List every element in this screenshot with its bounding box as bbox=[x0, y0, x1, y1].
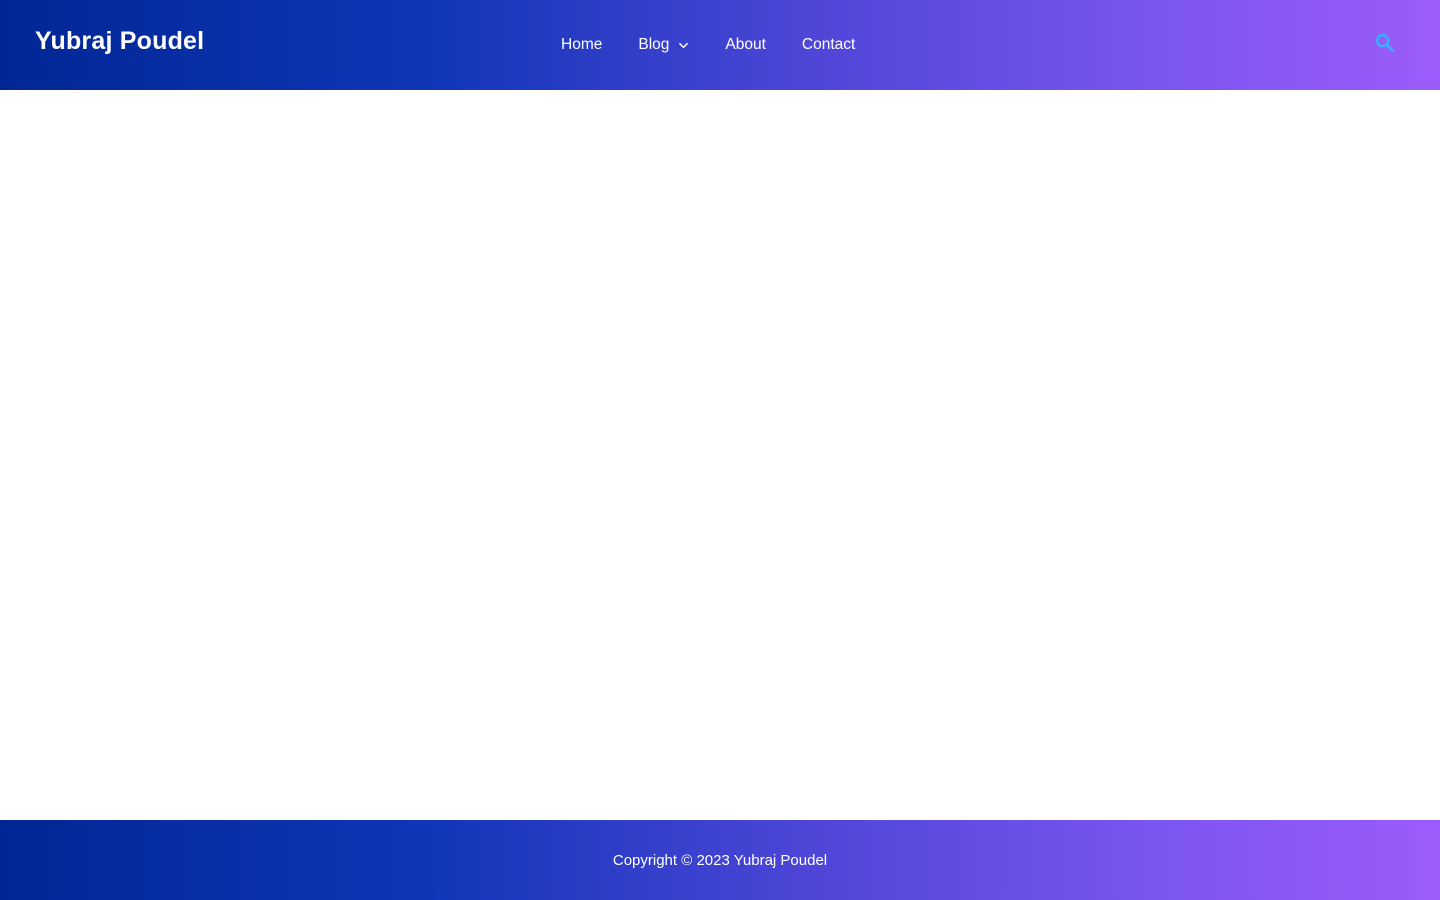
nav-item-contact[interactable]: Contact bbox=[784, 0, 873, 90]
site-title-link[interactable]: Yubraj Poudel bbox=[35, 27, 204, 56]
site-footer: Copyright © 2023 Yubraj Poudel bbox=[0, 820, 1440, 900]
search-icon[interactable] bbox=[1374, 32, 1396, 54]
site-header: Yubraj Poudel Home Blog About Contact bbox=[0, 0, 1440, 90]
copyright-text: Copyright © 2023 Yubraj Poudel bbox=[612, 851, 828, 869]
chevron-down-icon[interactable] bbox=[678, 40, 689, 51]
nav-item-about-label: About bbox=[725, 36, 766, 53]
nav-item-about[interactable]: About bbox=[707, 0, 784, 90]
main-content bbox=[0, 90, 1440, 820]
primary-nav: Home Blog About Contact bbox=[543, 0, 873, 90]
nav-item-contact-label: Contact bbox=[801, 36, 856, 53]
nav-item-blog[interactable]: Blog bbox=[620, 0, 707, 90]
nav-item-home-label: Home bbox=[561, 36, 603, 53]
nav-item-home[interactable]: Home bbox=[543, 0, 620, 90]
nav-item-blog-label: Blog bbox=[638, 36, 670, 53]
